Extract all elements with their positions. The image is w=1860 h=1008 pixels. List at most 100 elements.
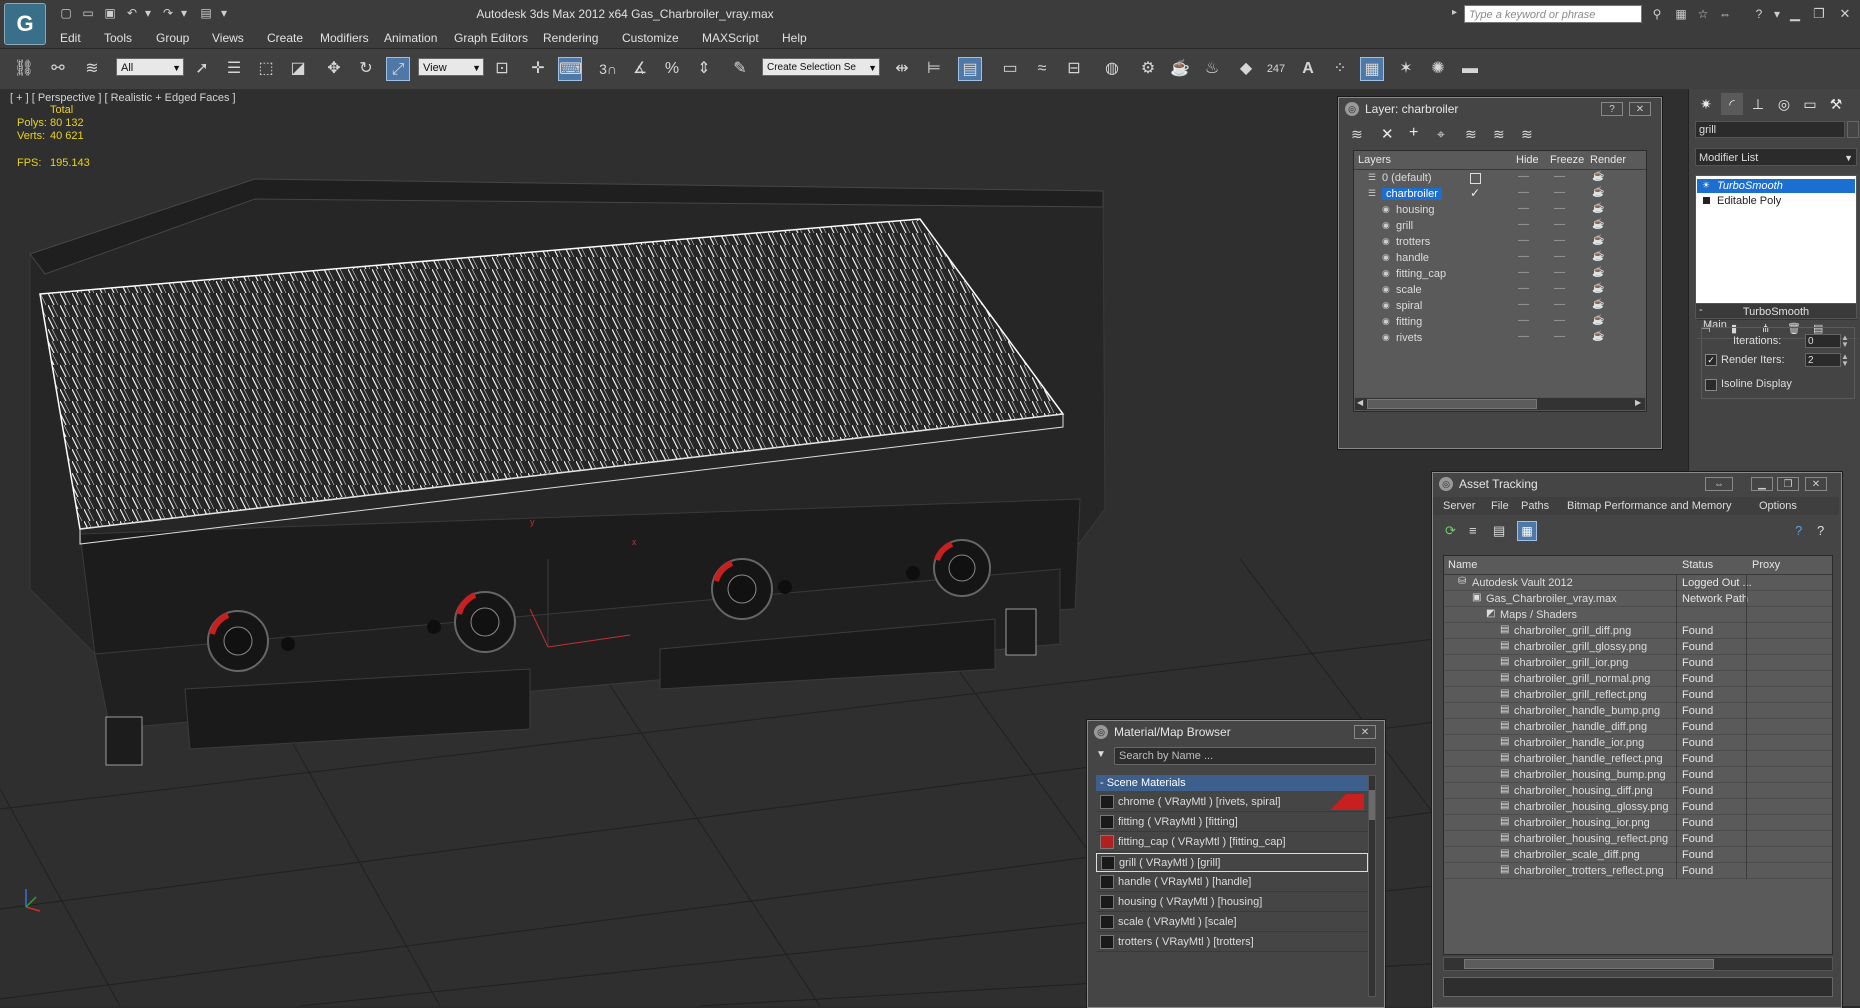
render-iters-spinner-arrows-icon[interactable]: ▲ ▼ xyxy=(1841,353,1849,368)
asset-row[interactable]: ▤ charbroiler_housing_bump.png Found xyxy=(1444,767,1832,783)
utilities-tab-icon[interactable]: ⚒ xyxy=(1825,93,1847,115)
hide-toggle-icon[interactable]: –– xyxy=(1518,299,1529,310)
freeze-toggle-icon[interactable]: –– xyxy=(1554,315,1565,326)
table-view-icon[interactable]: ▤ xyxy=(1493,523,1505,539)
stack-item-turbosmooth[interactable]: TurboSmooth xyxy=(1697,179,1855,193)
modifier-list-dropdown[interactable]: Modifier List ▼ xyxy=(1695,148,1857,166)
layer-name[interactable]: fitting_cap xyxy=(1396,268,1446,280)
bind-space-warp-icon[interactable]: ≋ xyxy=(80,57,104,81)
viewport-label[interactable]: [ + ] [ Perspective ] [ Realistic + Edge… xyxy=(10,92,236,104)
keyboard-shortcut-override-icon[interactable]: ⌨ xyxy=(558,57,582,81)
freeze-toggle-icon[interactable]: –– xyxy=(1554,283,1565,294)
render-iters-checkbox[interactable]: ✓ xyxy=(1705,354,1717,366)
box-icon[interactable]: ◆ xyxy=(1234,57,1258,81)
asset-row[interactable]: ▤ charbroiler_handle_reflect.png Found xyxy=(1444,751,1832,767)
material-item[interactable]: chrome ( VRayMtl ) [rivets, spiral] xyxy=(1096,793,1368,812)
scroll-left-icon[interactable]: ◀ xyxy=(1357,398,1363,407)
asset-name[interactable]: charbroiler_grill_glossy.png xyxy=(1514,641,1647,653)
subscription-icon[interactable]: ▦ xyxy=(1672,6,1690,22)
menu-group[interactable]: Group xyxy=(156,31,189,45)
select-and-link-icon[interactable]: ⛓ xyxy=(12,57,36,81)
save-icon[interactable]: ▣ xyxy=(102,6,118,20)
menu-customize[interactable]: Customize xyxy=(622,31,679,45)
freeze-toggle-icon[interactable]: –– xyxy=(1554,219,1565,230)
redo-icon[interactable]: ↷ xyxy=(160,6,176,20)
freeze-toggle-icon[interactable]: –– xyxy=(1554,203,1565,214)
asset-row[interactable]: ◩ Maps / Shaders xyxy=(1444,607,1832,623)
asset-name[interactable]: charbroiler_grill_diff.png xyxy=(1514,625,1631,637)
scrollbar-thumb[interactable] xyxy=(1464,959,1714,969)
maximize-icon[interactable]: ❐ xyxy=(1777,477,1799,491)
dock-icon[interactable]: ⇔ xyxy=(1705,477,1733,491)
layer-list-scrollbar[interactable]: ◀ ▶ xyxy=(1354,397,1646,411)
freeze-toggle-icon[interactable]: –– xyxy=(1554,331,1565,342)
freeze-toggle-icon[interactable]: –– xyxy=(1554,267,1565,278)
restore-icon[interactable]: ❐ xyxy=(1808,5,1830,23)
create-tab-icon[interactable]: ✷ xyxy=(1695,93,1717,115)
layer-row[interactable]: ◉ handle –– –– ☕ xyxy=(1354,250,1646,266)
percent-snap-icon[interactable]: % xyxy=(660,57,684,81)
material-item[interactable]: scale ( VRayMtl ) [scale] xyxy=(1096,913,1368,932)
hide-toggle-icon[interactable]: –– xyxy=(1518,171,1529,182)
asset-name[interactable]: Maps / Shaders xyxy=(1500,609,1577,621)
hide-toggle-icon[interactable]: –– xyxy=(1518,267,1529,278)
menu-bitmap-performance[interactable]: Bitmap Performance and Memory xyxy=(1567,500,1731,512)
material-name[interactable]: trotters ( VRayMtl ) [trotters] xyxy=(1118,936,1254,948)
rendered-frame-window-icon[interactable]: ☕ xyxy=(1168,57,1192,81)
reference-coordinate-dropdown[interactable]: View ▼ xyxy=(418,58,484,76)
highlight-layer-icon[interactable]: ≋ xyxy=(1465,126,1477,143)
asset-row[interactable]: ▤ charbroiler_grill_reflect.png Found xyxy=(1444,687,1832,703)
layer-name[interactable]: trotters xyxy=(1396,236,1430,248)
layer-row[interactable]: ☰ charbroiler ✓ –– –– ☕ xyxy=(1354,186,1646,202)
material-name[interactable]: chrome ( VRayMtl ) [rivets, spiral] xyxy=(1118,796,1281,808)
asset-row[interactable]: ▤ charbroiler_grill_glossy.png Found xyxy=(1444,639,1832,655)
render-teapot-icon[interactable]: ☕ xyxy=(1592,187,1604,198)
render-teapot-icon[interactable]: ☕ xyxy=(1592,251,1604,262)
communication-center-icon[interactable]: ⇔ xyxy=(1716,6,1734,22)
asset-row[interactable]: ▤ charbroiler_handle_bump.png Found xyxy=(1444,703,1832,719)
layer-name[interactable]: 0 (default) xyxy=(1382,172,1432,184)
infocenter-search-input[interactable]: Type a keyword or phrase xyxy=(1464,5,1642,23)
layer-name[interactable]: grill xyxy=(1396,220,1413,232)
column-proxy[interactable]: Proxy xyxy=(1752,559,1780,571)
material-name[interactable]: scale ( VRayMtl ) [scale] xyxy=(1118,916,1237,928)
snaps-toggle-icon[interactable]: 3∩ xyxy=(596,57,620,81)
browser-options-icon[interactable]: ▼ xyxy=(1096,749,1110,763)
asset-tracking-icon[interactable]: ▦ xyxy=(1360,57,1384,81)
menu-help[interactable]: Help xyxy=(782,31,807,45)
menu-maxscript[interactable]: MAXScript xyxy=(702,31,759,45)
asset-row[interactable]: ▤ charbroiler_grill_normal.png Found xyxy=(1444,671,1832,687)
asset-path-field[interactable] xyxy=(1443,977,1833,997)
application-menu-button[interactable]: G xyxy=(4,3,46,45)
layer-row[interactable]: ◉ housing –– –– ☕ xyxy=(1354,202,1646,218)
close-icon[interactable]: ✕ xyxy=(1834,5,1856,23)
asset-row[interactable]: ▤ charbroiler_trotters_reflect.png Found xyxy=(1444,863,1832,879)
material-search-input[interactable]: Search by Name ... xyxy=(1114,747,1376,765)
material-name[interactable]: fitting ( VRayMtl ) [fitting] xyxy=(1118,816,1238,828)
column-freeze[interactable]: Freeze xyxy=(1550,154,1584,166)
align-icon[interactable]: ⊨ xyxy=(922,57,946,81)
refresh-icon[interactable]: ⟳ xyxy=(1445,523,1456,539)
select-and-move-icon[interactable]: ✥ xyxy=(322,57,346,81)
angle-snap-icon[interactable]: ∡ xyxy=(628,57,652,81)
asset-row[interactable]: ▤ charbroiler_scale_diff.png Found xyxy=(1444,847,1832,863)
hide-toggle-icon[interactable]: –– xyxy=(1518,235,1529,246)
asset-name[interactable]: charbroiler_housing_diff.png xyxy=(1514,785,1653,797)
light-lister-icon[interactable]: ✶ xyxy=(1394,57,1418,81)
batch-render-icon[interactable]: ▬ xyxy=(1458,57,1482,81)
freeze-toggle-icon[interactable]: –– xyxy=(1554,187,1565,198)
select-in-layer-icon[interactable]: ⌖ xyxy=(1437,126,1445,143)
layer-row[interactable]: ◉ fitting_cap –– –– ☕ xyxy=(1354,266,1646,282)
render-production-icon[interactable]: ♨ xyxy=(1200,57,1224,81)
display-tab-icon[interactable]: ▭ xyxy=(1799,93,1821,115)
hide-toggle-icon[interactable]: –– xyxy=(1518,187,1529,198)
menu-file[interactable]: File xyxy=(1491,500,1509,512)
grid-view-icon[interactable]: ▦ xyxy=(1517,521,1537,541)
material-item[interactable]: fitting_cap ( VRayMtl ) [fitting_cap] xyxy=(1096,833,1368,852)
menu-edit[interactable]: Edit xyxy=(60,31,81,45)
delete-layer-icon[interactable]: ✕ xyxy=(1381,125,1394,143)
menu-options[interactable]: Options xyxy=(1759,500,1797,512)
quick-access-dropdown-icon[interactable]: ▾ xyxy=(216,6,232,20)
object-name-field[interactable]: grill xyxy=(1695,121,1845,138)
select-and-scale-icon[interactable]: ⤢ xyxy=(386,57,410,81)
